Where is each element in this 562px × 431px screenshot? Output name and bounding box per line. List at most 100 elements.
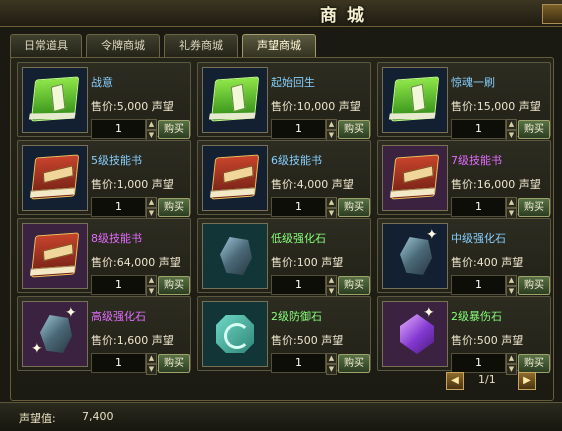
item-name: 2级暴伤石 [451, 310, 502, 323]
quantity-field[interactable]: 1 [91, 197, 146, 217]
item-name: 低级强化石 [271, 232, 326, 245]
step-up-icon[interactable]: ▲ [506, 119, 517, 130]
item-price: 售价:4,000 声望 [271, 178, 354, 191]
quantity-stepper[interactable]: ▲ ▼ [146, 119, 157, 141]
item-icon-box[interactable] [22, 223, 88, 289]
quantity-field[interactable]: 1 [451, 197, 506, 217]
quantity-field[interactable]: 1 [91, 275, 146, 295]
quantity-field[interactable]: 1 [271, 353, 326, 373]
step-up-icon[interactable]: ▲ [326, 197, 337, 208]
step-up-icon[interactable]: ▲ [326, 119, 337, 130]
prev-page-button[interactable]: ◀ [446, 372, 464, 390]
item-icon-box[interactable] [22, 67, 88, 133]
item-icon-box[interactable] [202, 145, 268, 211]
step-up-icon[interactable]: ▲ [146, 119, 157, 130]
green-book-icon [208, 76, 260, 122]
quantity-stepper[interactable]: ▲ ▼ [146, 197, 157, 219]
step-up-icon[interactable]: ▲ [506, 197, 517, 208]
quantity-field[interactable]: 1 [451, 275, 506, 295]
quantity-stepper[interactable]: ▲ ▼ [146, 353, 157, 375]
item-icon-box[interactable] [202, 67, 268, 133]
quantity-stepper[interactable]: ▲ ▼ [506, 275, 517, 297]
tab-token-shop[interactable]: 令牌商城 [86, 34, 160, 58]
item-name: 中级强化石 [451, 232, 506, 245]
tab-daily-items[interactable]: 日常道具 [10, 34, 82, 58]
window-title: 商城 [320, 6, 374, 26]
green-book-icon [28, 76, 80, 122]
close-button[interactable] [542, 4, 562, 24]
item-name: 2级防御石 [271, 310, 322, 323]
quantity-field[interactable]: 1 [91, 353, 146, 373]
item-icon-box[interactable] [382, 67, 448, 133]
green-book-icon [388, 76, 440, 122]
item-icon-box[interactable] [202, 223, 268, 289]
quantity-stepper[interactable]: ▲ ▼ [326, 119, 337, 141]
item-price: 售价:5,000 声望 [91, 100, 174, 113]
item-icon-box[interactable] [202, 301, 268, 367]
quantity-field[interactable]: 1 [91, 119, 146, 139]
quantity-field[interactable]: 1 [451, 119, 506, 139]
item-price: 售价:100 声望 [271, 256, 344, 269]
step-up-icon[interactable]: ▲ [326, 275, 337, 286]
buy-button[interactable]: 购买 [158, 354, 190, 373]
tab-fame-shop[interactable]: 声望商城 [242, 34, 316, 58]
item-icon-box[interactable]: ✦ ✦ [22, 301, 88, 367]
defense-stone-icon [216, 315, 254, 353]
buy-button[interactable]: 购买 [158, 198, 190, 217]
step-up-icon[interactable]: ▲ [146, 275, 157, 286]
tab-coupon-shop[interactable]: 礼券商城 [164, 34, 238, 58]
item-price: 售价:16,000 声望 [451, 178, 541, 191]
step-up-icon[interactable]: ▲ [506, 275, 517, 286]
sparkle-icon: ✦ [65, 305, 77, 321]
step-up-icon[interactable]: ▲ [326, 353, 337, 364]
quantity-stepper[interactable]: ▲ ▼ [326, 275, 337, 297]
buy-button[interactable]: 购买 [158, 120, 190, 139]
item-icon-box[interactable]: ✦ [382, 223, 448, 289]
fame-label: 声望值: [19, 412, 56, 425]
shop-item-card: ✦ ✦ 高级强化石 售价:1,600 声望 1 ▲ ▼ 购买 [17, 296, 191, 375]
buy-button[interactable]: 购买 [518, 354, 550, 373]
buy-button[interactable]: 购买 [518, 276, 550, 295]
item-name: 高级强化石 [91, 310, 146, 323]
shop-item-card: 起始回生 售价:10,000 声望 1 ▲ ▼ 购买 [197, 62, 371, 141]
step-up-icon[interactable]: ▲ [146, 353, 157, 364]
buy-button[interactable]: 购买 [158, 276, 190, 295]
fame-value: 7,400 [82, 410, 114, 423]
buy-button[interactable]: 购买 [338, 120, 370, 139]
enhance-stone-icon [220, 237, 252, 275]
quantity-stepper[interactable]: ▲ ▼ [506, 197, 517, 219]
step-down-icon[interactable]: ▼ [146, 364, 157, 375]
shop-panel: 战意 售价:5,000 声望 1 ▲ ▼ 购买 起始回生 售价:10,000 声望… [10, 57, 554, 401]
item-price: 售价:64,000 声望 [91, 256, 181, 269]
item-name: 6级技能书 [271, 154, 322, 167]
quantity-stepper[interactable]: ▲ ▼ [326, 197, 337, 219]
item-icon-box[interactable] [22, 145, 88, 211]
quantity-field[interactable]: 1 [451, 353, 506, 373]
shop-item-card: 7级技能书 售价:16,000 声望 1 ▲ ▼ 购买 [377, 140, 551, 219]
quantity-stepper[interactable]: ▲ ▼ [326, 353, 337, 375]
pager: ◀ 1/1 ▶ [446, 372, 536, 390]
buy-button[interactable]: 购买 [518, 198, 550, 217]
shop-item-card: 低级强化石 售价:100 声望 1 ▲ ▼ 购买 [197, 218, 371, 297]
next-page-button[interactable]: ▶ [518, 372, 536, 390]
item-price: 售价:10,000 声望 [271, 100, 361, 113]
buy-button[interactable]: 购买 [518, 120, 550, 139]
skill-book-icon [390, 154, 440, 200]
step-down-icon[interactable]: ▼ [326, 364, 337, 375]
item-icon-box[interactable]: ✦ [382, 301, 448, 367]
buy-button[interactable]: 购买 [338, 198, 370, 217]
quantity-stepper[interactable]: ▲ ▼ [506, 353, 517, 375]
item-name: 战意 [91, 76, 113, 89]
step-up-icon[interactable]: ▲ [506, 353, 517, 364]
quantity-field[interactable]: 1 [271, 119, 326, 139]
buy-button[interactable]: 购买 [338, 276, 370, 295]
quantity-field[interactable]: 1 [271, 275, 326, 295]
shop-item-card: 战意 售价:5,000 声望 1 ▲ ▼ 购买 [17, 62, 191, 141]
quantity-stepper[interactable]: ▲ ▼ [146, 275, 157, 297]
buy-button[interactable]: 购买 [338, 354, 370, 373]
step-up-icon[interactable]: ▲ [146, 197, 157, 208]
quantity-stepper[interactable]: ▲ ▼ [506, 119, 517, 141]
item-price: 售价:400 声望 [451, 256, 524, 269]
item-icon-box[interactable] [382, 145, 448, 211]
quantity-field[interactable]: 1 [271, 197, 326, 217]
